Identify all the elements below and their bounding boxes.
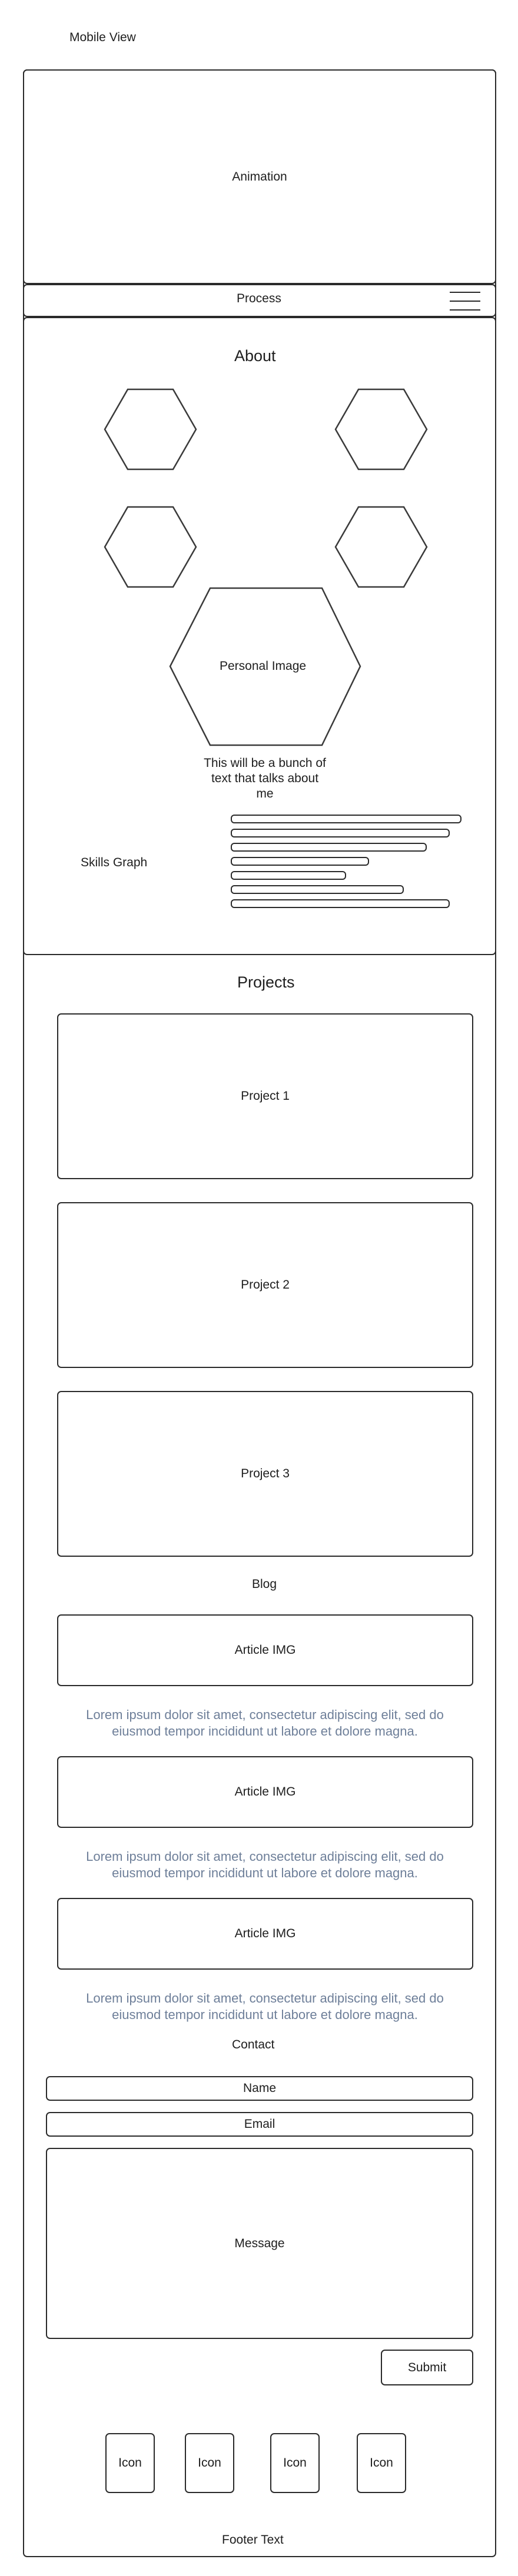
article-excerpt: Lorem ipsum dolor sit amet, consectetur … <box>59 1990 471 2023</box>
project-title: Project 2 <box>241 1278 290 1292</box>
wireframe-page: { "page": { "view_label": "Mobile View" … <box>0 0 518 2576</box>
skills-graph <box>231 815 461 920</box>
email-field[interactable]: Email <box>46 2112 473 2137</box>
article-excerpt: Lorem ipsum dolor sit amet, consectetur … <box>59 1707 471 1740</box>
article-image-label: Article IMG <box>234 1927 296 1940</box>
project-card[interactable]: Project 1 <box>57 1013 473 1179</box>
article-excerpt-line: Lorem ipsum dolor sit amet, consectetur … <box>86 1849 444 1864</box>
hexagon-top-right <box>334 388 428 471</box>
skill-bar <box>231 885 404 894</box>
article-excerpt-line: eiusmod tempor incididunt ut labore et d… <box>112 1724 418 1739</box>
hexagon-mid-right <box>334 506 428 588</box>
skill-bar <box>231 829 450 837</box>
project-card[interactable]: Project 2 <box>57 1202 473 1368</box>
social-icon-button[interactable]: Icon <box>105 2433 155 2493</box>
submit-button[interactable]: Submit <box>381 2350 473 2385</box>
projects-heading: Projects <box>237 973 295 991</box>
bio-text-line: text that talks about <box>211 772 319 785</box>
skill-bar <box>231 871 346 880</box>
article-excerpt-line: Lorem ipsum dolor sit amet, consectetur … <box>86 1707 444 1722</box>
social-icon-button[interactable]: Icon <box>270 2433 320 2493</box>
skills-graph-label: Skills Graph <box>81 856 148 869</box>
message-field-label: Message <box>234 2236 285 2250</box>
project-title: Project 3 <box>241 1467 290 1480</box>
skill-bar <box>231 857 369 866</box>
article-image-label: Article IMG <box>234 1643 296 1657</box>
hexagon-top-left <box>104 388 197 471</box>
contact-heading: Contact <box>232 2038 275 2051</box>
hexagon-cluster <box>104 388 428 746</box>
bio-text-line: This will be a bunch of <box>204 756 326 770</box>
bio-text: This will be a bunch of text that talks … <box>188 756 341 802</box>
social-icon-label: Icon <box>198 2456 221 2470</box>
article-excerpt: Lorem ipsum dolor sit amet, consectetur … <box>59 1848 471 1881</box>
submit-button-label: Submit <box>407 2360 447 2374</box>
project-title: Project 1 <box>241 1089 290 1103</box>
message-field[interactable]: Message <box>46 2148 473 2339</box>
social-icon-button[interactable]: Icon <box>357 2433 406 2493</box>
social-icon-label: Icon <box>118 2456 142 2470</box>
footer-text: Footer Text <box>222 2533 284 2547</box>
article-image[interactable]: Article IMG <box>57 1756 473 1828</box>
hexagon-mid-left <box>104 506 197 588</box>
article-excerpt-line: eiusmod tempor incididunt ut labore et d… <box>112 2007 418 2022</box>
name-field-label: Name <box>243 2081 277 2095</box>
social-icon-label: Icon <box>370 2456 393 2470</box>
skill-bar <box>231 843 427 852</box>
social-icon-label: Icon <box>283 2456 307 2470</box>
project-card[interactable]: Project 3 <box>57 1391 473 1557</box>
email-field-label: Email <box>244 2117 275 2131</box>
skill-bar <box>231 899 450 908</box>
personal-image-label: Personal Image <box>220 659 307 673</box>
article-excerpt-line: eiusmod tempor incididunt ut labore et d… <box>112 1866 418 1880</box>
bio-text-line: me <box>256 787 274 800</box>
blog-heading: Blog <box>252 1577 277 1591</box>
skill-bar <box>231 815 461 823</box>
name-field[interactable]: Name <box>46 2076 473 2101</box>
social-icon-button[interactable]: Icon <box>185 2433 234 2493</box>
article-image-label: Article IMG <box>234 1785 296 1798</box>
article-image[interactable]: Article IMG <box>57 1614 473 1686</box>
article-excerpt-line: Lorem ipsum dolor sit amet, consectetur … <box>86 1991 444 2006</box>
article-image[interactable]: Article IMG <box>57 1898 473 1970</box>
